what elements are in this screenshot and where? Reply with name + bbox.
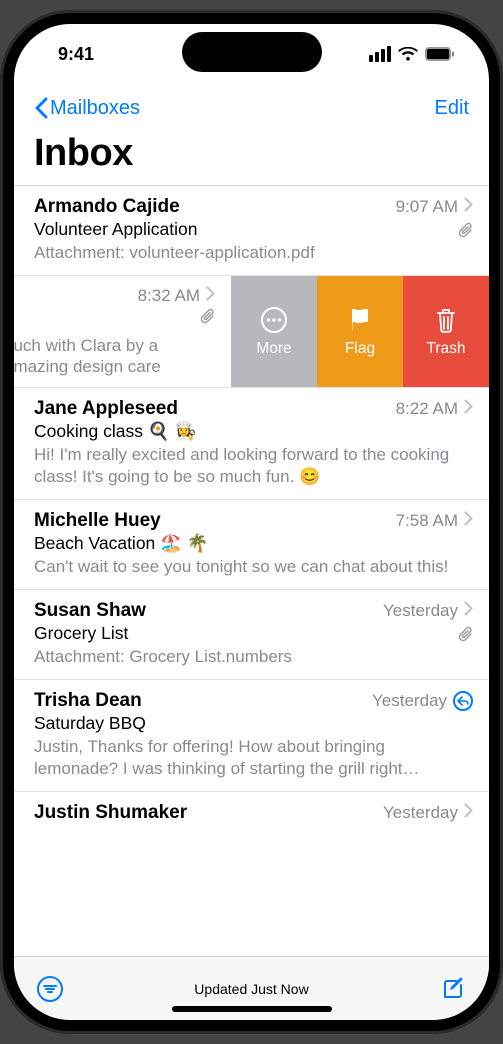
phone-frame: 9:41 Mailboxes Edit xyxy=(0,10,503,1034)
timestamp: Yesterday xyxy=(372,691,447,711)
timestamp: Yesterday xyxy=(383,803,458,823)
timestamp: 8:32 AM xyxy=(138,286,200,306)
chevron-right-icon xyxy=(464,511,473,526)
message-list[interactable]: Armando Cajide 9:07 AM Volunteer Applica… xyxy=(14,185,489,956)
paperclip-icon xyxy=(458,626,473,642)
swipe-trash-button[interactable]: Trash xyxy=(403,276,489,387)
page-title: Inbox xyxy=(34,132,469,175)
message-row[interactable]: Susan Shaw Yesterday Grocery List Attach… xyxy=(14,590,489,680)
paperclip-icon xyxy=(200,308,215,324)
swipe-trash-label: Trash xyxy=(426,340,465,358)
toolbar-status: Updated Just Now xyxy=(14,981,489,997)
battery-icon xyxy=(425,47,455,61)
chevron-right-icon xyxy=(464,803,473,818)
message-row-swiped[interactable]: 8:32 AM ouch with Clara by a amazing des… xyxy=(14,276,489,388)
sender: Michelle Huey xyxy=(34,510,396,532)
preview: Hi! I'm really excited and looking forwa… xyxy=(34,444,473,487)
preview: Can't wait to see you tonight so we can … xyxy=(34,556,473,577)
subject: Saturday BBQ xyxy=(34,713,146,734)
chevron-right-icon xyxy=(464,601,473,616)
message-row[interactable]: Armando Cajide 9:07 AM Volunteer Applica… xyxy=(14,186,489,276)
status-icons xyxy=(369,46,455,62)
sender: Justin Shumaker xyxy=(34,802,383,824)
compose-button[interactable] xyxy=(439,975,467,1003)
message-row[interactable]: Justin Shumaker Yesterday xyxy=(14,792,489,828)
screen: 9:41 Mailboxes Edit xyxy=(14,24,489,1020)
nav-bar: Mailboxes Edit xyxy=(14,84,489,132)
reply-indicator-icon xyxy=(453,691,473,711)
more-icon xyxy=(260,306,288,334)
message-row[interactable]: Trisha Dean Yesterday Saturday BBQ Justi… xyxy=(14,680,489,792)
preview: Attachment: volunteer-application.pdf xyxy=(34,242,473,263)
preview: ouch with Clara by a amazing design care xyxy=(14,335,215,378)
paperclip-icon xyxy=(458,222,473,238)
swipe-more-label: More xyxy=(256,340,291,358)
home-indicator[interactable] xyxy=(172,1006,332,1012)
flag-icon xyxy=(348,306,372,334)
dynamic-island xyxy=(182,32,322,72)
trash-icon xyxy=(434,306,458,334)
preview: Attachment: Grocery List.numbers xyxy=(34,646,473,667)
chevron-right-icon xyxy=(464,197,473,212)
timestamp: 9:07 AM xyxy=(396,197,458,217)
status-time: 9:41 xyxy=(58,44,94,65)
timestamp: 7:58 AM xyxy=(396,511,458,531)
sender: Jane Appleseed xyxy=(34,398,396,420)
cellular-icon xyxy=(369,46,391,62)
swipe-more-button[interactable]: More xyxy=(231,276,317,387)
timestamp: Yesterday xyxy=(383,601,458,621)
back-button[interactable]: Mailboxes xyxy=(34,97,140,120)
back-label: Mailboxes xyxy=(50,97,140,120)
message-row[interactable]: Jane Appleseed 8:22 AM Cooking class 🍳 👩… xyxy=(14,388,489,500)
subject: Cooking class 🍳 👩‍🍳 xyxy=(34,421,196,442)
swipe-actions: More Flag Trash xyxy=(231,276,489,387)
timestamp: 8:22 AM xyxy=(396,399,458,419)
swipe-flag-label: Flag xyxy=(345,340,375,358)
subject: Beach Vacation 🏖️ 🌴 xyxy=(34,533,209,554)
chevron-right-icon xyxy=(464,399,473,414)
sender: Susan Shaw xyxy=(34,600,383,622)
edit-button[interactable]: Edit xyxy=(435,97,469,120)
filter-button[interactable] xyxy=(36,975,64,1003)
swipe-flag-button[interactable]: Flag xyxy=(317,276,403,387)
chevron-right-icon xyxy=(206,286,215,301)
message-row[interactable]: Michelle Huey 7:58 AM Beach Vacation 🏖️ … xyxy=(14,500,489,590)
preview: Justin, Thanks for offering! How about b… xyxy=(34,736,473,779)
subject: Grocery List xyxy=(34,623,128,644)
chevron-left-icon xyxy=(34,97,48,119)
wifi-icon xyxy=(398,47,418,62)
sender: Armando Cajide xyxy=(34,196,396,218)
subject: Volunteer Application xyxy=(34,219,197,240)
title-row: Inbox xyxy=(14,132,489,185)
sender: Trisha Dean xyxy=(34,690,372,712)
